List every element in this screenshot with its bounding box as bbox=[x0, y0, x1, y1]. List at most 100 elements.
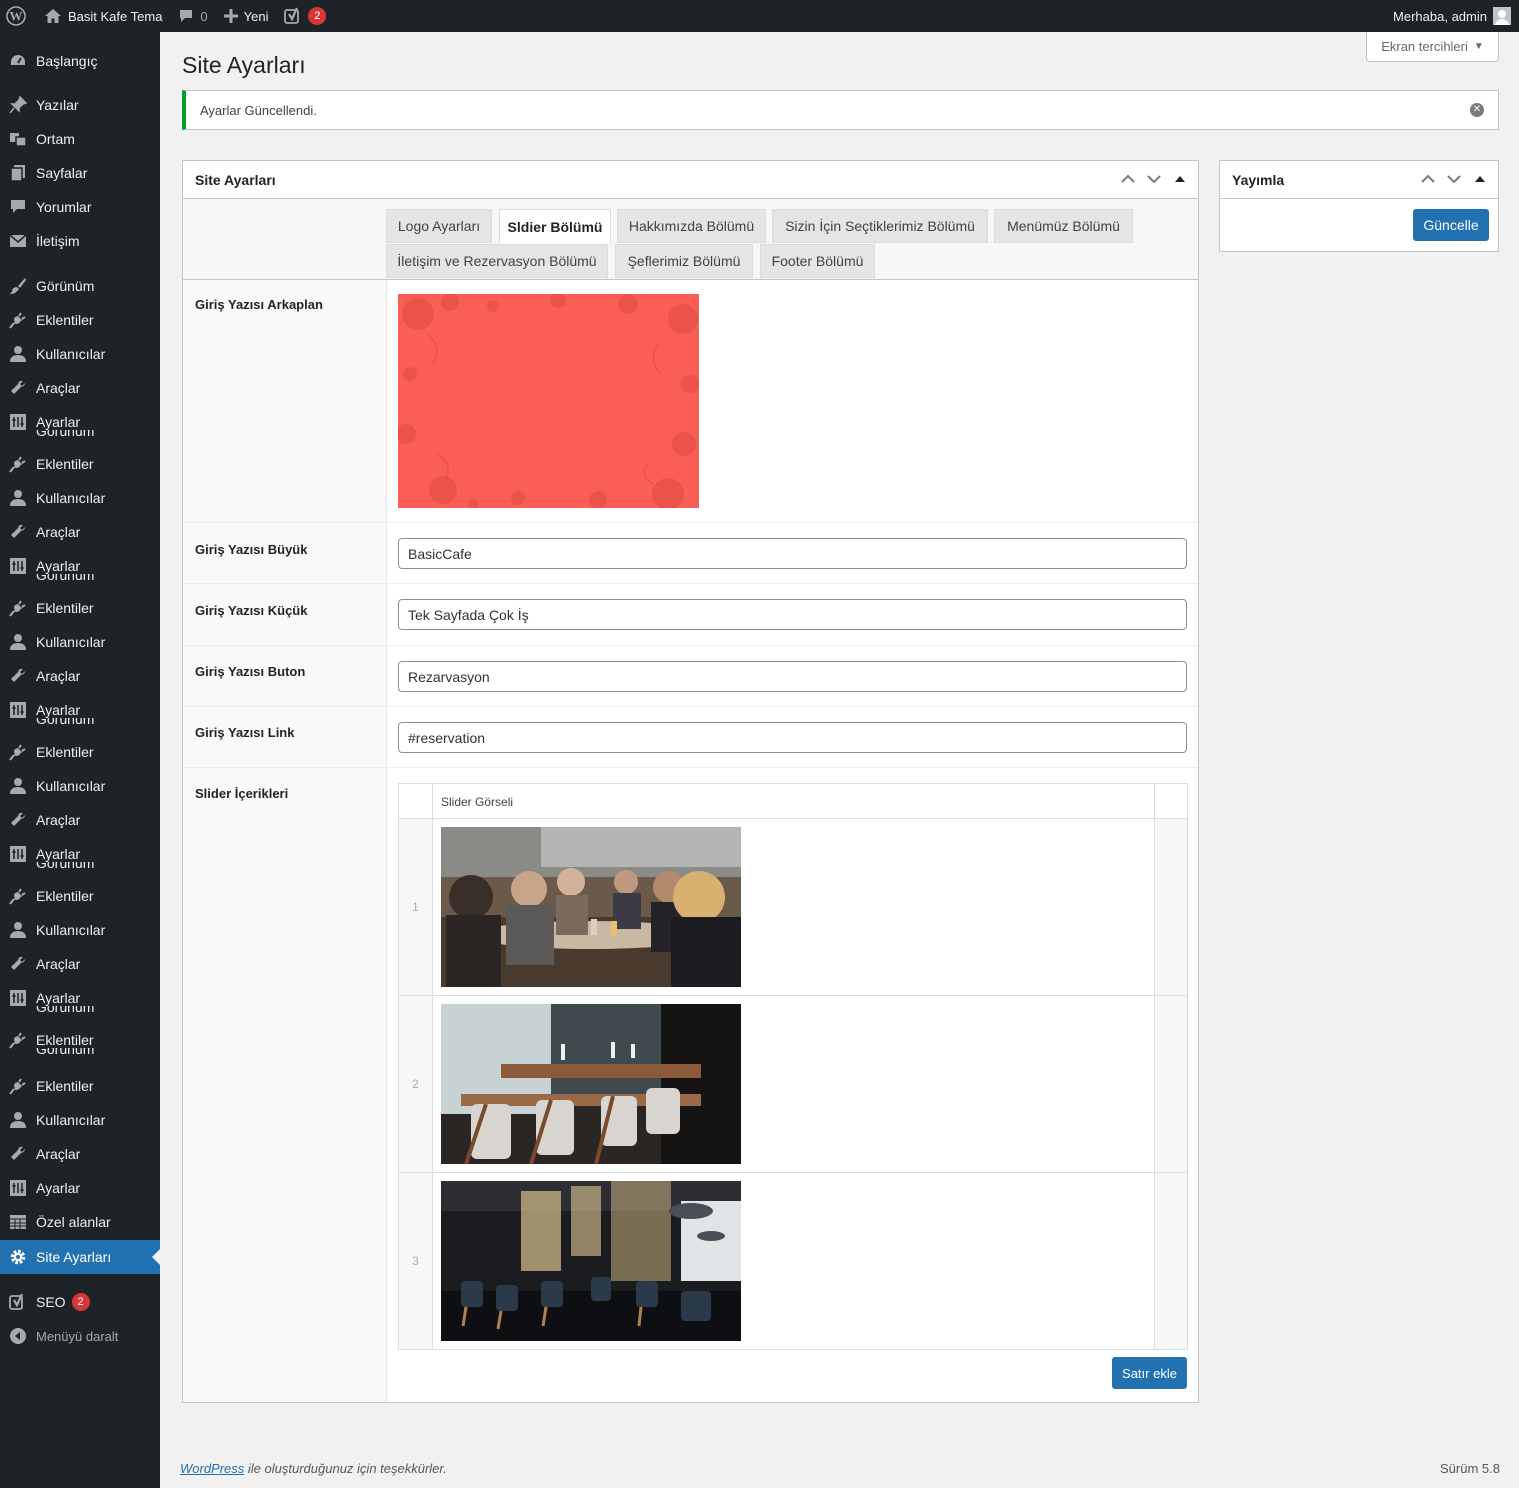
row-number[interactable]: 3 bbox=[399, 1173, 433, 1349]
sidebar-item-gorunum[interactable]: Görünüm bbox=[0, 269, 160, 303]
sidebar-item-kullanicilar[interactable]: Kullanıcılar bbox=[0, 1103, 160, 1137]
tab-chefs[interactable]: Şeflerimiz Bölümü bbox=[615, 244, 753, 278]
yoast-icon bbox=[284, 7, 304, 25]
overlap-text: Görünüm bbox=[36, 574, 95, 583]
site-name-link[interactable]: Basit Kafe Tema bbox=[36, 0, 170, 32]
toggle-panel-icon[interactable] bbox=[1172, 171, 1188, 187]
screen-options-toggle[interactable]: Ekran tercihleri ▼ bbox=[1366, 32, 1499, 62]
page-title: Site Ayarları bbox=[182, 52, 306, 78]
slider-image-2[interactable] bbox=[441, 1004, 741, 1164]
tab-contact[interactable]: İletişim ve Rezervasyon Bölümü bbox=[386, 244, 608, 278]
tab-slider[interactable]: Sldier Bölümü bbox=[499, 209, 611, 245]
tab-footer[interactable]: Footer Bölümü bbox=[760, 244, 875, 278]
move-up-icon[interactable] bbox=[1420, 171, 1436, 187]
new-content-link[interactable]: Yeni bbox=[216, 0, 277, 32]
wrench-icon bbox=[0, 811, 36, 829]
sidebar-item-araclar[interactable]: Araçlar bbox=[0, 371, 160, 405]
sidebar-item-label: Ayarlar bbox=[36, 1180, 81, 1196]
settings-grid-icon bbox=[0, 557, 36, 575]
tab-label: Sldier Bölümü bbox=[507, 219, 603, 235]
tab-menu[interactable]: Menümüz Bölümü bbox=[994, 209, 1133, 243]
sidebar-item-menuyu-daralt[interactable]: Menüyü daralt bbox=[0, 1319, 160, 1353]
slider-image-3[interactable] bbox=[441, 1181, 741, 1341]
button-label: Giriş Yazısı Buton bbox=[195, 664, 306, 679]
hero-background-image[interactable] bbox=[398, 294, 699, 508]
move-down-icon[interactable] bbox=[1446, 171, 1462, 187]
sidebar-item-araclar[interactable]: Araçlar bbox=[0, 947, 160, 981]
gear-icon bbox=[0, 1248, 36, 1266]
divider bbox=[183, 522, 1198, 523]
sidebar-item-araclar[interactable]: Araçlar bbox=[0, 515, 160, 549]
sidebar-item-ortam[interactable]: Ortam bbox=[0, 122, 160, 156]
sidebar-item-yorumlar[interactable]: Yorumlar bbox=[0, 190, 160, 224]
svg-text:W: W bbox=[10, 9, 23, 24]
sidebar-item-kullanicilar[interactable]: Kullanıcılar bbox=[0, 625, 160, 659]
slider-image-1[interactable] bbox=[441, 827, 741, 987]
tab-picks[interactable]: Sizin İçin Seçtiklerimiz Bölümü bbox=[772, 209, 988, 243]
wordpress-logo-menu[interactable]: W bbox=[0, 0, 36, 32]
postbox-title: Site Ayarları bbox=[195, 171, 276, 188]
intro-small-input[interactable]: Tek Sayfada Çok İş bbox=[398, 599, 1187, 630]
divider bbox=[183, 645, 1198, 646]
sidebar-item-eklentiler[interactable]: Eklentiler bbox=[0, 1069, 160, 1103]
sidebar-item-eklentiler[interactable]: Eklentiler bbox=[0, 447, 160, 481]
sidebar-item-kullanicilar[interactable]: Kullanıcılar bbox=[0, 769, 160, 803]
sidebar-item-label: Kullanıcılar bbox=[36, 778, 106, 794]
sidebar-item-araclar[interactable]: Araçlar bbox=[0, 659, 160, 693]
my-account-menu[interactable]: Merhaba, admin bbox=[1393, 0, 1519, 32]
tab-label: Logo Ayarları bbox=[397, 218, 481, 234]
comments-link[interactable]: 0 bbox=[170, 0, 215, 32]
row-number[interactable]: 1 bbox=[399, 819, 433, 995]
move-down-icon[interactable] bbox=[1146, 171, 1162, 187]
sidebar-item-araclar[interactable]: Araçlar bbox=[0, 803, 160, 837]
toggle-panel-icon[interactable] bbox=[1472, 171, 1488, 187]
sidebar-item-eklentiler[interactable]: Eklentiler bbox=[0, 591, 160, 625]
plugin-icon bbox=[0, 1031, 36, 1049]
sidebar-item-araclar[interactable]: Araçlar bbox=[0, 1137, 160, 1171]
sidebar-item-kullanicilar[interactable]: Kullanıcılar bbox=[0, 481, 160, 515]
overlapping-menu-label: Görünüm bbox=[36, 718, 94, 727]
tab-about[interactable]: Hakkımızda Bölümü bbox=[617, 209, 766, 243]
input-value: #reservation bbox=[408, 729, 486, 746]
comment-icon bbox=[0, 198, 36, 216]
repeater-row: 1 bbox=[399, 819, 1187, 996]
sidebar-item-eklentiler[interactable]: Eklentiler bbox=[0, 303, 160, 337]
dismiss-icon[interactable]: ✕ bbox=[1470, 103, 1484, 117]
overlap-text: Görünüm bbox=[36, 862, 95, 871]
sidebar-item-label: Kullanıcılar bbox=[36, 1112, 106, 1128]
add-row-button[interactable]: Satır ekle bbox=[1112, 1357, 1187, 1389]
sidebar-item-site-ayarlari[interactable]: Site Ayarları bbox=[0, 1240, 160, 1274]
sidebar-item-label: Kullanıcılar bbox=[36, 346, 106, 362]
sidebar-item-iletisim[interactable]: İletişim bbox=[0, 224, 160, 258]
sidebar-item-ayarlar[interactable]: Ayarlar bbox=[0, 1171, 160, 1205]
intro-link-input[interactable]: #reservation bbox=[398, 722, 1187, 753]
sidebar-item-eklentiler[interactable]: Eklentiler bbox=[0, 735, 160, 769]
sidebar-item-kullanicilar[interactable]: Kullanıcılar bbox=[0, 337, 160, 371]
plus-icon bbox=[223, 9, 238, 23]
wordpress-link[interactable]: WordPress bbox=[180, 1461, 244, 1476]
sidebar-item-seo[interactable]: SEO 2 bbox=[0, 1285, 160, 1319]
success-notice: Ayarlar Güncellendi. ✕ bbox=[182, 90, 1499, 130]
intro-button-input[interactable]: Rezarvasyon bbox=[398, 661, 1187, 692]
big-label: Giriş Yazısı Büyük bbox=[195, 542, 308, 557]
row-number[interactable]: 2 bbox=[399, 996, 433, 1172]
settings-grid-icon bbox=[0, 701, 36, 719]
header-end-cell bbox=[1154, 784, 1187, 819]
move-up-icon[interactable] bbox=[1120, 171, 1136, 187]
update-button[interactable]: Güncelle bbox=[1413, 209, 1489, 241]
intro-big-input[interactable]: BasicCafe bbox=[398, 538, 1187, 569]
collapse-icon bbox=[0, 1327, 36, 1345]
sidebar-item-yazilar[interactable]: Yazılar bbox=[0, 88, 160, 122]
sidebar-item-eklentiler[interactable]: Eklentiler bbox=[0, 879, 160, 913]
sidebar-item-sayfalar[interactable]: Sayfalar bbox=[0, 156, 160, 190]
sidebar-item-label: Araçlar bbox=[36, 668, 81, 684]
sidebar-item-kullanicilar[interactable]: Kullanıcılar bbox=[0, 913, 160, 947]
media-icon bbox=[0, 130, 36, 148]
footer-version: Sürüm 5.8 bbox=[1440, 1461, 1500, 1476]
sidebar-item-baslangic[interactable]: Başlangıç bbox=[0, 44, 160, 78]
sidebar-item-label: İletişim bbox=[36, 233, 80, 249]
yoast-menu[interactable]: 2 bbox=[276, 0, 334, 32]
tab-logo[interactable]: Logo Ayarları bbox=[386, 209, 492, 243]
sidebar-item-ozel-alanlar[interactable]: Özel alanlar bbox=[0, 1205, 160, 1239]
divider bbox=[183, 706, 1198, 707]
